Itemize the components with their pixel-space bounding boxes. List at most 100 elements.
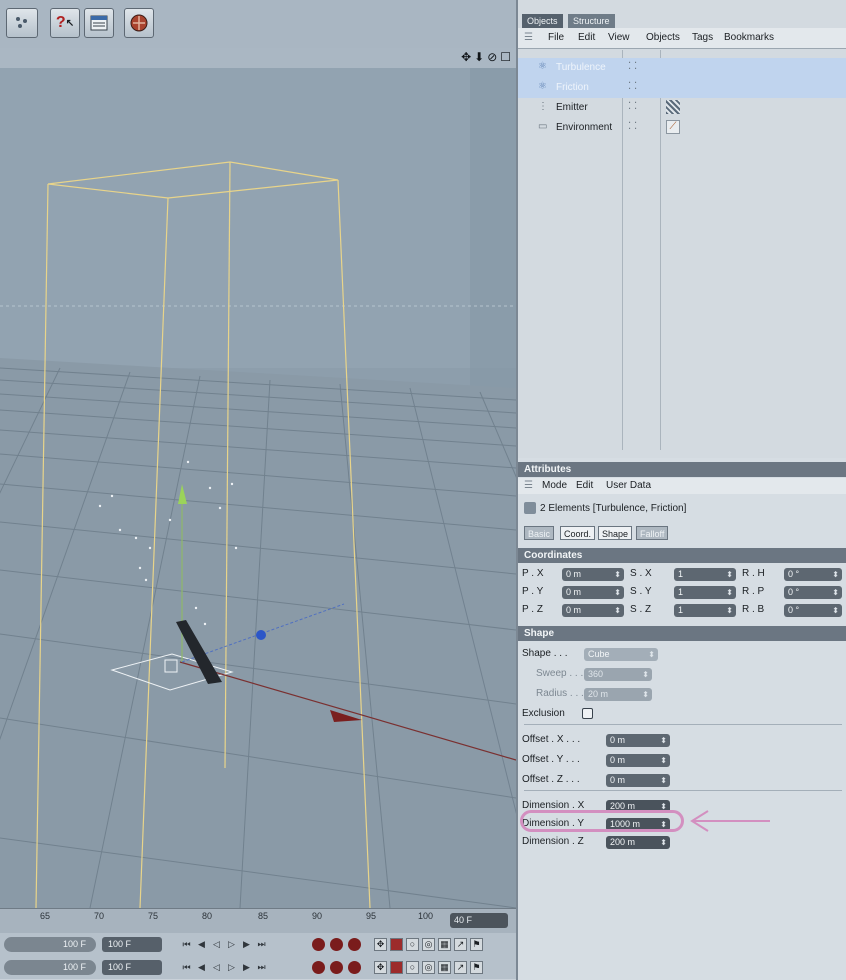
offset-z-label: Offset . Z . . . (522, 774, 580, 785)
tree-item-emitter[interactable]: ⋮ Emitter ⁚ ⁚ (518, 98, 846, 118)
offset-y-field[interactable]: 0 m (606, 754, 670, 767)
param-key-icon[interactable]: ◎ (422, 961, 435, 974)
param-key-icon[interactable]: ◎ (422, 938, 435, 951)
scale-key-icon[interactable] (390, 938, 403, 951)
scale-x-field[interactable]: 1 (674, 568, 736, 581)
tab-structure[interactable]: Structure (568, 14, 615, 28)
help-cursor-icon[interactable]: ? ↖ (50, 8, 80, 38)
sweep-field[interactable]: 360 (584, 668, 652, 681)
rot-h-field[interactable]: 0 ° (784, 568, 842, 581)
tree-item-environment[interactable]: ▭ Environment ⁚ ⁚ ⟋ (518, 118, 846, 138)
tab-shape[interactable]: Shape (598, 526, 633, 540)
step-back-icon[interactable]: ◀ (195, 938, 208, 951)
play-forward-icon[interactable]: ▷ (225, 961, 238, 974)
play-back-icon[interactable]: ◁ (210, 961, 223, 974)
visibility-dots-icon[interactable]: ⁚ ⁚ (628, 101, 637, 112)
material-tag-icon[interactable] (666, 100, 680, 114)
offset-x-field[interactable]: 0 m (606, 734, 670, 747)
panel-grip-icon[interactable]: ☰ (524, 480, 533, 491)
keyframe-sel-icon[interactable]: ⚑ (470, 961, 483, 974)
range-start-slider[interactable]: 100 F (4, 937, 96, 952)
dimension-z-field[interactable]: 200 m (606, 836, 670, 849)
step-forward-icon[interactable]: ▶ (240, 961, 253, 974)
menu-user-data[interactable]: User Data (606, 480, 651, 491)
step-back-icon[interactable]: ◀ (195, 961, 208, 974)
go-to-start-icon[interactable]: ⏮ (180, 938, 193, 951)
shape-header: Shape (518, 626, 846, 641)
render-region-icon[interactable] (84, 8, 114, 38)
pos-z-field[interactable]: 0 m (562, 604, 624, 617)
record-icon[interactable] (312, 961, 325, 974)
exclusion-label: Exclusion (522, 708, 565, 719)
shape-type-dropdown[interactable]: Cube (584, 648, 658, 661)
coordinates-header: Coordinates (518, 548, 846, 563)
record-icon[interactable] (312, 938, 325, 951)
rot-p-field[interactable]: 0 ° (784, 586, 842, 599)
record-icon[interactable] (348, 961, 361, 974)
pla-key-icon[interactable]: ▦ (438, 938, 451, 951)
range-end-field[interactable]: 100 F (102, 960, 162, 975)
menu-edit[interactable]: Edit (578, 32, 595, 43)
timeline-tick: 65 (40, 911, 51, 921)
offset-z-field[interactable]: 0 m (606, 774, 670, 787)
tree-item-friction[interactable]: ⚛ Friction ⁚ ⁚ (518, 78, 846, 98)
tab-objects[interactable]: Objects (522, 14, 563, 28)
select-points-icon[interactable] (6, 8, 38, 38)
menu-edit[interactable]: Edit (576, 480, 593, 491)
attributes-menu: ☰ Mode Edit User Data (518, 478, 846, 494)
texture-tag-icon[interactable]: ⟋ (666, 120, 680, 134)
panel-grip-icon[interactable]: ☰ (524, 32, 533, 43)
tab-falloff[interactable]: Falloff (636, 526, 669, 540)
move-key-icon[interactable]: ✥ (374, 938, 387, 951)
go-to-end-icon[interactable]: ⏭ (255, 938, 268, 951)
visibility-dots-icon[interactable]: ⁚ ⁚ (628, 121, 637, 132)
timeline-tick: 90 (312, 911, 323, 921)
autokey-icon[interactable]: ↗ (454, 961, 467, 974)
record-icon[interactable] (330, 961, 343, 974)
record-icon[interactable] (348, 938, 361, 951)
rotate-key-icon[interactable]: ○ (406, 961, 419, 974)
exclusion-checkbox[interactable] (582, 708, 593, 719)
timeline-ruler[interactable]: 65 70 75 80 85 90 95 100 40 F (0, 908, 516, 933)
range-start-slider[interactable]: 100 F (4, 960, 96, 975)
tab-coord[interactable]: Coord. (560, 526, 596, 540)
scale-key-icon[interactable] (390, 961, 403, 974)
scale-y-field[interactable]: 1 (674, 586, 736, 599)
rotate-key-icon[interactable]: ○ (406, 938, 419, 951)
viewport-nav-icons[interactable]: ✥⬇⊘☐ (461, 50, 514, 64)
go-to-start-icon[interactable]: ⏮ (180, 961, 193, 974)
menu-mode[interactable]: Mode (542, 480, 567, 491)
go-to-end-icon[interactable]: ⏭ (255, 961, 268, 974)
visibility-dots-icon[interactable]: ⁚ ⁚ (628, 81, 637, 92)
pos-x-field[interactable]: 0 m (562, 568, 624, 581)
step-forward-icon[interactable]: ▶ (240, 938, 253, 951)
timeline-tick: 100 (418, 911, 434, 921)
visibility-dots-icon[interactable]: ⁚ ⁚ (628, 61, 637, 72)
scale-z-label: S . Z (630, 604, 652, 615)
move-key-icon[interactable]: ✥ (374, 961, 387, 974)
menu-tags[interactable]: Tags (692, 32, 713, 43)
radius-field[interactable]: 20 m (584, 688, 652, 701)
range-end-field[interactable]: 100 F (102, 937, 162, 952)
current-frame-field[interactable]: 40 F (450, 913, 508, 928)
record-icon[interactable] (330, 938, 343, 951)
3d-viewport[interactable] (0, 68, 516, 908)
play-back-icon[interactable]: ◁ (210, 938, 223, 951)
play-forward-icon[interactable]: ▷ (225, 938, 238, 951)
scale-z-field[interactable]: 1 (674, 604, 736, 617)
transport-row: 100 F 100 F ⏮ ◀ ◁ ▷ ▶ ⏭ ✥ ○ ◎ ▦ ↗ ⚑ (0, 956, 516, 979)
pla-key-icon[interactable]: ▦ (438, 961, 451, 974)
menu-file[interactable]: File (548, 32, 564, 43)
tree-item-turbulence[interactable]: ⚛ Turbulence ⁚ ⁚ (518, 58, 846, 78)
menu-objects[interactable]: Objects (646, 32, 680, 43)
rot-b-field[interactable]: 0 ° (784, 604, 842, 617)
menu-view[interactable]: View (608, 32, 630, 43)
keyframe-sel-icon[interactable]: ⚑ (470, 938, 483, 951)
object-manager: Objects Structure ☰ File Edit View Objec… (516, 0, 846, 458)
render-icon[interactable] (124, 8, 154, 38)
pos-y-field[interactable]: 0 m (562, 586, 624, 599)
menu-bookmarks[interactable]: Bookmarks (724, 32, 774, 43)
pos-z-label: P . Z (522, 604, 543, 615)
autokey-icon[interactable]: ↗ (454, 938, 467, 951)
tab-basic[interactable]: Basic (524, 526, 555, 540)
